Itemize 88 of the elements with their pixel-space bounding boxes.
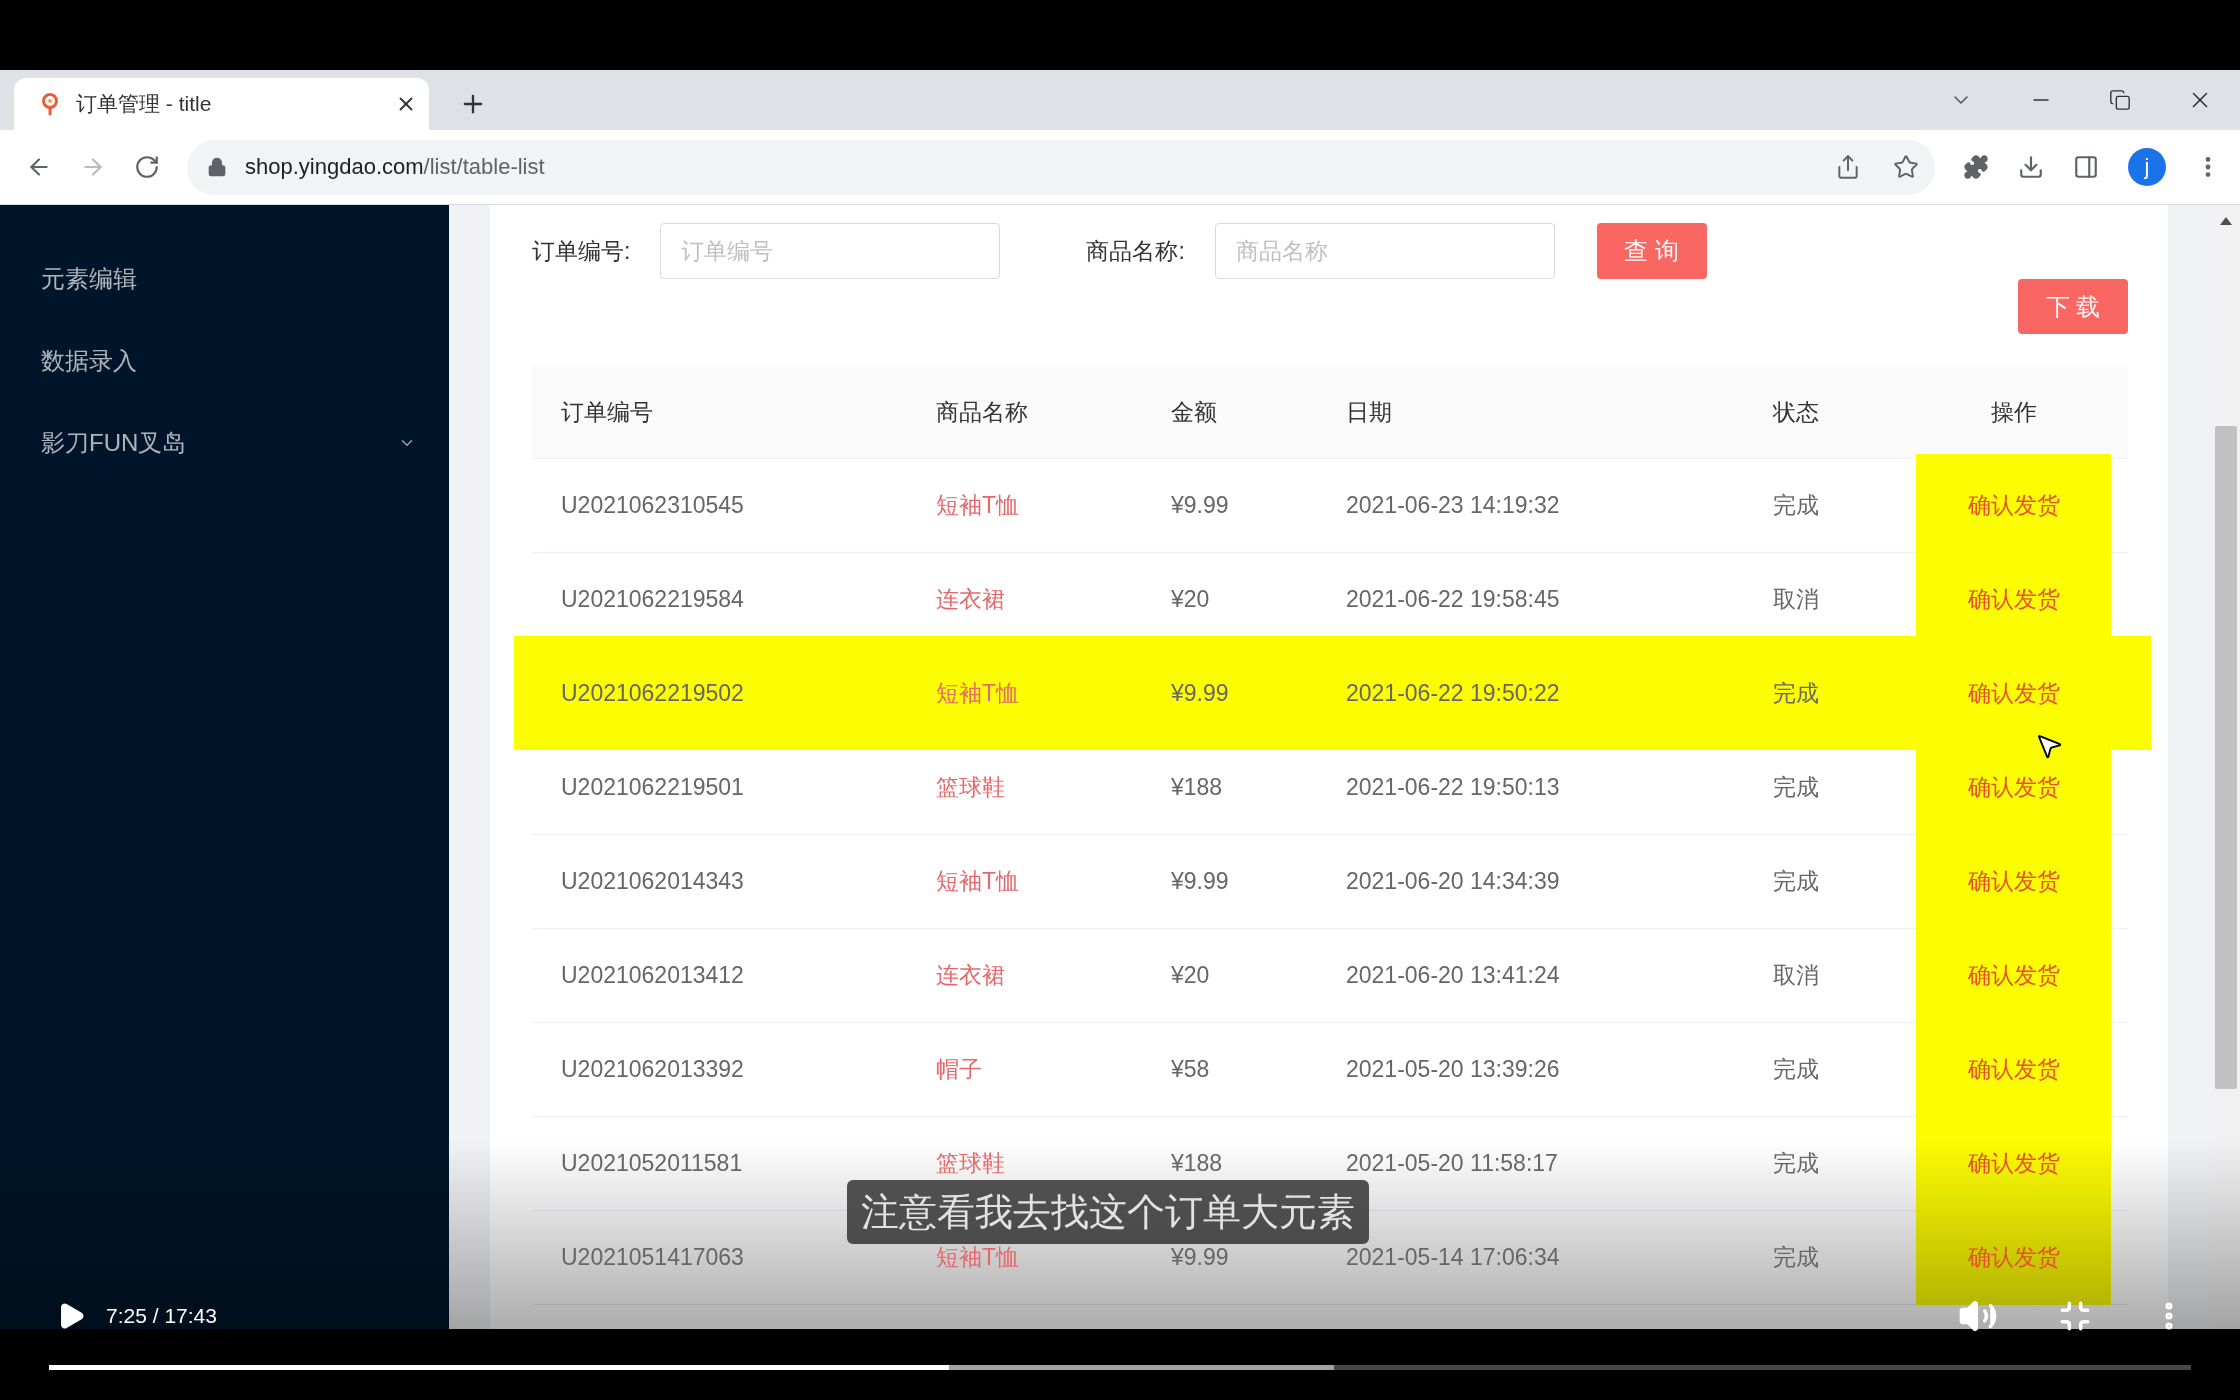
amount-text: ¥188	[1171, 774, 1223, 801]
order-number-text: U2021062310545	[561, 492, 744, 519]
sidebar-item[interactable]: 数据录入	[0, 320, 449, 402]
status-text: 取消	[1773, 585, 1819, 614]
amount-text: ¥9.99	[1171, 492, 1229, 519]
date-text: 2021-06-22 19:50:13	[1346, 774, 1560, 801]
download-icon[interactable]	[2018, 154, 2044, 180]
video-time: 7:25 / 17:43	[106, 1304, 217, 1328]
exit-fullscreen-icon[interactable]	[2058, 1299, 2092, 1333]
product-name-text: 短袖T恤	[936, 679, 1020, 708]
product-name-text: 篮球鞋	[936, 773, 1005, 802]
amount-text: ¥9.99	[1171, 868, 1229, 895]
date-text: 2021-06-22 19:50:22	[1346, 680, 1560, 707]
product-name-text: 短袖T恤	[936, 491, 1020, 520]
amount-text: ¥20	[1171, 586, 1210, 613]
scroll-up-arrow-icon[interactable]	[2218, 216, 2233, 226]
address-bar[interactable]: shop.yingdao.com/list/table-list	[187, 139, 1935, 195]
product-name-text: 帽子	[936, 1055, 982, 1084]
share-icon[interactable]	[1835, 154, 1861, 180]
sidebar-item[interactable]: 影刀FUN叉岛	[0, 402, 449, 484]
status-text: 完成	[1773, 679, 1819, 708]
sidebar-item[interactable]: 元素编辑	[0, 238, 449, 320]
status-text: 完成	[1773, 491, 1819, 520]
amount-text: ¥188	[1171, 1150, 1223, 1177]
column-header: 金额	[1171, 398, 1217, 427]
column-header: 订单编号	[561, 398, 653, 427]
date-text: 2021-06-20 14:34:39	[1346, 868, 1560, 895]
confirm-shipment-link[interactable]: 确认发货	[1967, 678, 2060, 709]
browser-tab[interactable]: 订单管理 - title	[14, 78, 429, 130]
query-button[interactable]: 查 询	[1596, 223, 1707, 279]
confirm-shipment-link[interactable]: 确认发货	[1967, 1054, 2060, 1085]
confirm-shipment-link[interactable]: 确认发货	[1967, 866, 2060, 897]
order-number-text: U2021051417063	[561, 1244, 744, 1271]
product-name-text: 短袖T恤	[936, 867, 1020, 896]
reload-icon[interactable]	[134, 154, 160, 180]
field-label: 商品名称:	[1086, 236, 1185, 266]
column-header: 操作	[1990, 398, 2037, 427]
side-panel-icon[interactable]	[2073, 154, 2099, 180]
amount-text: ¥9.99	[1171, 1244, 1229, 1271]
date-text: 2021-05-14 17:06:34	[1346, 1244, 1560, 1271]
confirm-shipment-link[interactable]: 确认发货	[1967, 960, 2060, 991]
confirm-shipment-link[interactable]: 确认发货	[1967, 1242, 2060, 1273]
order-number-text: U2021062219502	[561, 680, 744, 707]
tab-title: 订单管理 - title	[76, 91, 212, 117]
confirm-shipment-link[interactable]: 确认发货	[1967, 1148, 2060, 1179]
amount-text: ¥20	[1171, 962, 1210, 989]
search-input[interactable]: 订单编号	[660, 223, 1001, 279]
confirm-shipment-link[interactable]: 确认发货	[1967, 490, 2060, 521]
status-text: 完成	[1773, 867, 1819, 896]
lock-icon	[207, 157, 227, 177]
video-subtitle: 注意看我去找这个订单大元素	[847, 1180, 1369, 1244]
date-text: 2021-06-23 14:19:32	[1346, 492, 1560, 519]
scrollbar-thumb[interactable]	[2214, 426, 2237, 1089]
order-number-text: U2021052011581	[561, 1150, 743, 1177]
status-text: 完成	[1773, 1149, 1819, 1178]
date-text: 2021-05-20 11:58:17	[1346, 1150, 1558, 1177]
amount-text: ¥58	[1171, 1056, 1210, 1083]
status-text: 完成	[1773, 1243, 1819, 1272]
date-text: 2021-06-20 13:41:24	[1346, 962, 1560, 989]
puzzle-icon[interactable]	[1963, 154, 1989, 180]
order-number-text: U2021062013392	[561, 1056, 744, 1083]
column-header: 状态	[1773, 398, 1819, 427]
column-header: 日期	[1346, 398, 1392, 427]
profile-avatar[interactable]: j	[2128, 148, 2166, 186]
product-name-text: 连衣裙	[936, 585, 1005, 614]
product-name-text: 篮球鞋	[936, 1149, 1005, 1178]
amount-text: ¥9.99	[1171, 680, 1229, 707]
product-name-text: 连衣裙	[936, 961, 1005, 990]
order-number-text: U2021062219584	[561, 586, 744, 613]
restore-icon[interactable]	[2109, 89, 2131, 111]
date-text: 2021-06-22 19:58:45	[1346, 586, 1560, 613]
bookmark-star-icon[interactable]	[1893, 154, 1919, 180]
product-name-text: 短袖T恤	[936, 1243, 1020, 1272]
field-label: 订单编号:	[532, 236, 631, 266]
search-input[interactable]: 商品名称	[1214, 223, 1555, 279]
confirm-shipment-link[interactable]: 确认发货	[1967, 584, 2060, 615]
confirm-shipment-link[interactable]: 确认发货	[1967, 772, 2060, 803]
order-number-text: U2021062013412	[561, 962, 744, 989]
url-text: shop.yingdao.com/list/table-list	[245, 154, 545, 180]
progress-track[interactable]	[49, 1365, 2191, 1370]
order-number-text: U2021062014343	[561, 868, 744, 895]
date-text: 2021-05-20 13:39:26	[1346, 1056, 1560, 1083]
column-header: 商品名称	[936, 398, 1028, 427]
status-text: 取消	[1773, 961, 1819, 990]
status-text: 完成	[1773, 773, 1819, 802]
download-button[interactable]: 下 载	[2018, 279, 2128, 334]
status-text: 完成	[1773, 1055, 1819, 1084]
order-number-text: U2021062219501	[561, 774, 744, 801]
